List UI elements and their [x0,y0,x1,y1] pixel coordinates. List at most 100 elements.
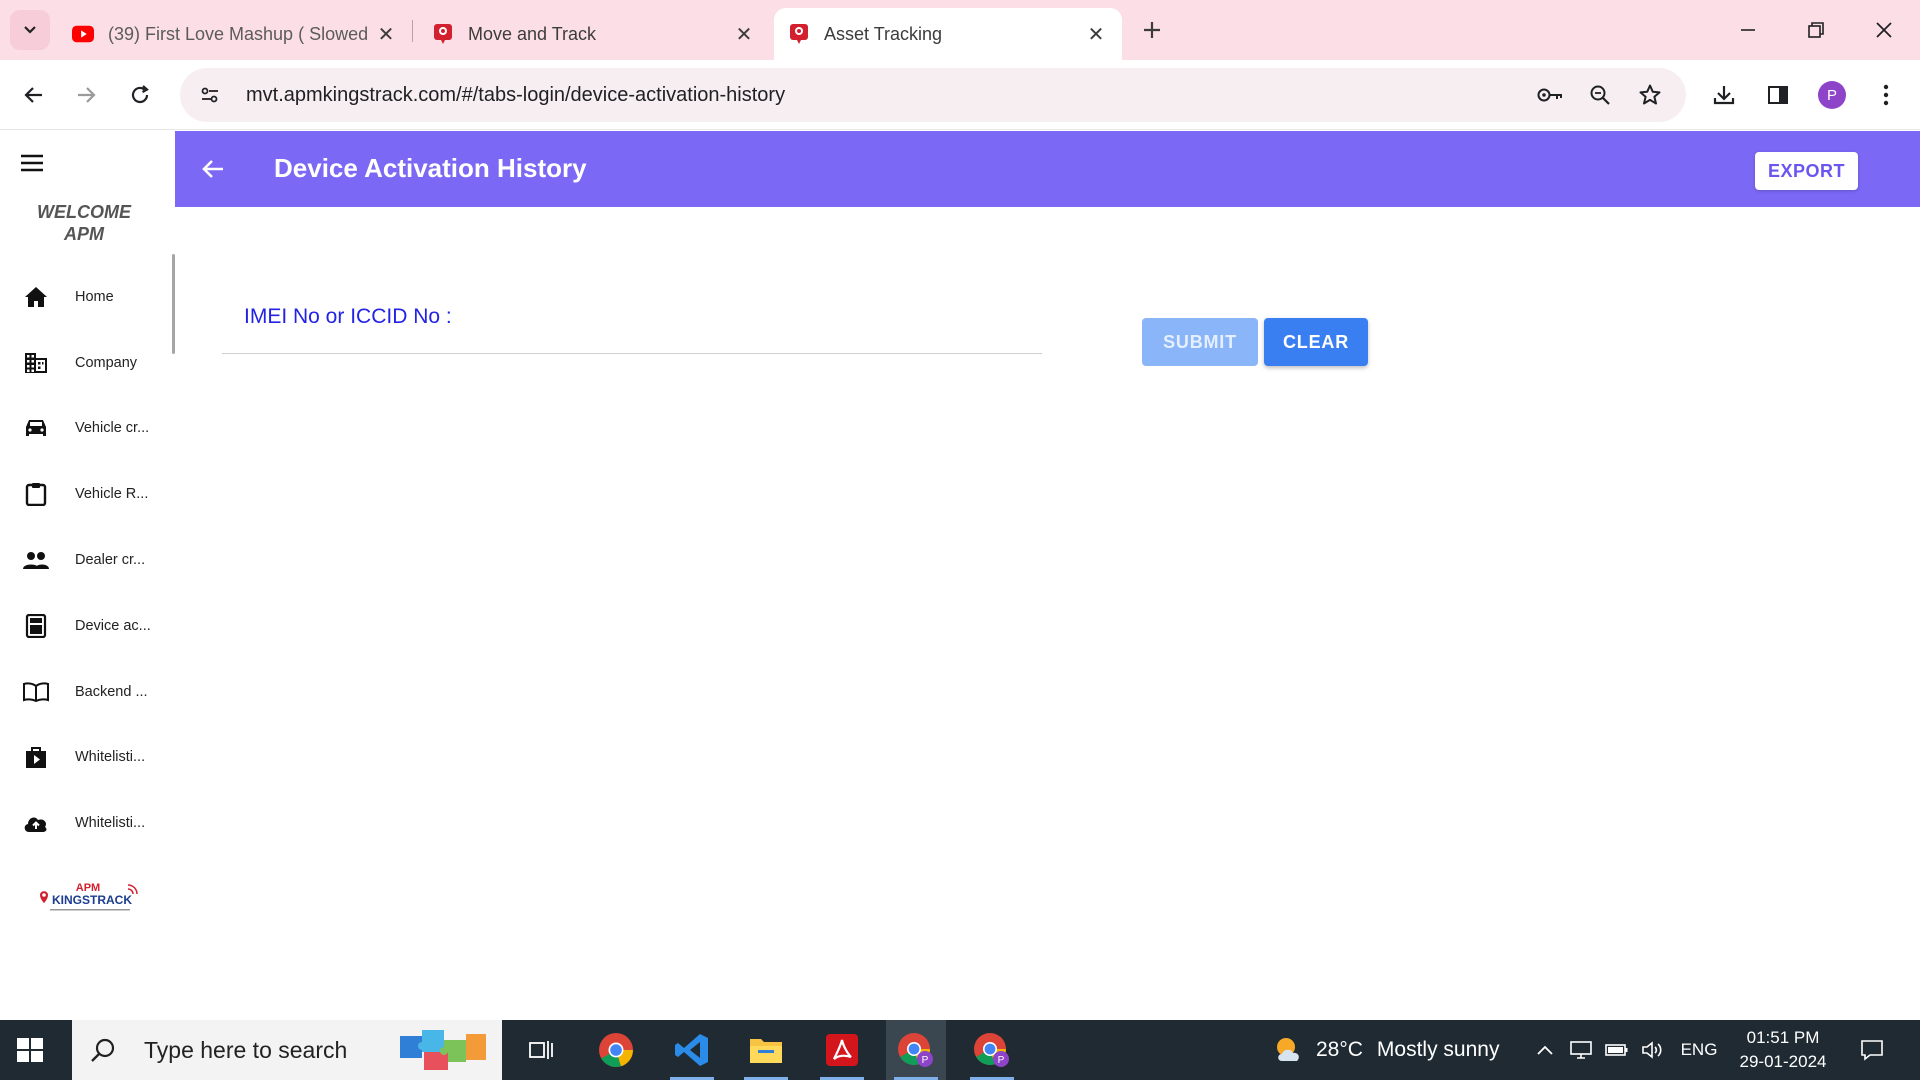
calculator-icon [22,612,50,640]
minimize-icon [1741,29,1755,31]
taskbar-clock[interactable]: 01:51 PM 29-01-2024 [1728,1026,1838,1074]
volume-button[interactable] [1638,1020,1668,1080]
app-content: WELCOME APM Home Company Vehicle cr... V… [0,131,1920,1020]
task-view-button[interactable] [510,1020,570,1080]
sidebar-item-dealer-creation[interactable]: Dealer cr... [0,530,168,590]
clear-button[interactable]: CLEAR [1264,318,1368,366]
site-settings-icon[interactable] [186,68,234,122]
welcome-user: APM [64,224,104,244]
notification-icon [1861,1040,1883,1061]
taskbar-search-box[interactable]: Type here to search [72,1020,502,1080]
welcome-line: WELCOME [37,202,131,222]
start-button[interactable] [14,1034,46,1066]
sidebar-item-whitelisting-1[interactable]: Whitelisti... [0,727,168,787]
restore-icon [1808,22,1824,38]
arrow-right-icon [78,87,96,103]
network-icon [1570,1041,1592,1059]
show-hidden-icons-button[interactable] [1530,1020,1560,1080]
sidebar-scrollbar[interactable] [172,254,175,354]
menu-toggle-button[interactable] [16,147,48,179]
sidebar: WELCOME APM Home Company Vehicle cr... V… [0,131,175,1020]
forward-button[interactable] [66,75,106,115]
windows-logo-icon [17,1038,43,1062]
page-title: Device Activation History [274,153,587,183]
tab-asset-tracking[interactable]: Asset Tracking ✕ [774,8,1122,60]
close-icon [1876,22,1892,38]
taskbar-acrobat[interactable] [812,1020,872,1080]
browser-tab-strip: (39) First Love Mashup ( Slowed ✕ Move a… [0,0,1920,60]
more-vertical-icon [1883,84,1889,106]
key-icon[interactable] [1532,77,1568,113]
bookmark-star-icon[interactable] [1632,77,1668,113]
building-icon [22,349,50,377]
kingstrack-logo: APM KINGSTRACK [36,879,140,923]
sidebar-item-vehicle-creation[interactable]: Vehicle cr... [0,398,168,458]
sidebar-item-whitelisting-2[interactable]: Whitelisti... [0,793,168,853]
shopping-bag-icon [22,743,50,771]
browser-toolbar: mvt.apmkingstrack.com/#/tabs-login/devic… [0,60,1920,130]
weather-desc: Mostly sunny [1376,1038,1500,1061]
taskbar-chrome-profile[interactable]: P [962,1020,1022,1080]
close-window-button[interactable] [1864,12,1904,48]
sidebar-item-vehicle-r[interactable]: Vehicle R... [0,464,168,524]
submit-button[interactable]: SUBMIT [1142,318,1258,366]
back-button[interactable] [14,75,54,115]
location-pin-icon [788,23,810,45]
download-icon [1713,86,1735,105]
close-tab-icon[interactable]: ✕ [374,22,398,46]
chevron-up-icon [1537,1045,1553,1055]
sidebar-item-label: Whitelisti... [75,815,146,831]
sidebar-item-company[interactable]: Company [0,333,168,393]
side-panel-button[interactable] [1758,75,1798,115]
clock-time: 01:51 PM [1746,1028,1820,1047]
close-tab-icon[interactable]: ✕ [732,22,756,46]
tab-youtube[interactable]: (39) First Love Mashup ( Slowed ✕ [58,8,412,60]
sidebar-item-backend[interactable]: Backend ... [0,662,168,722]
sidebar-item-label: Home [75,289,114,305]
weather-widget[interactable]: 28°C Mostly sunny [1272,1020,1499,1080]
minimize-button[interactable] [1728,12,1768,48]
arrow-left-icon [202,160,223,178]
back-nav-button[interactable] [195,151,231,187]
battery-icon [1605,1044,1628,1056]
tab-title: Move and Track [468,23,597,44]
network-button[interactable] [1566,1020,1596,1080]
tab-title: Asset Tracking [824,23,943,44]
taskbar-vscode[interactable] [662,1020,722,1080]
new-tab-button[interactable] [1136,14,1168,46]
language-indicator[interactable]: ENG [1676,1020,1722,1080]
notification-center-button[interactable] [1852,1020,1892,1080]
imei-iccid-label: IMEI No or ICCID No : [244,305,452,328]
partly-sunny-icon [1277,1038,1299,1061]
taskbar-chrome-profile-active[interactable]: P [886,1020,946,1080]
downloads-button[interactable] [1704,75,1744,115]
taskbar-file-explorer[interactable] [736,1020,796,1080]
battery-button[interactable] [1602,1020,1632,1080]
sidebar-item-device-activation[interactable]: Device ac... [0,596,168,656]
profile-button[interactable]: P [1812,75,1852,115]
svg-text:KINGSTRACK: KINGSTRACK [52,893,132,907]
close-tab-icon[interactable]: ✕ [1084,22,1108,46]
export-button[interactable]: EXPORT [1755,152,1858,190]
reload-button[interactable] [120,75,160,115]
search-placeholder: Type here to search [144,1036,348,1063]
sidebar-item-label: Vehicle R... [75,486,149,502]
sidebar-item-home[interactable]: Home [0,267,168,327]
taskbar-chrome[interactable] [586,1020,646,1080]
browser-menu-button[interactable] [1866,75,1906,115]
welcome-text: WELCOME APM [0,201,168,245]
sidebar-item-label: Company [75,355,138,371]
plus-icon [1144,22,1160,38]
zoom-icon[interactable] [1582,77,1618,113]
task-view-icon [529,1041,553,1059]
url-text: mvt.apmkingstrack.com/#/tabs-login/devic… [246,83,786,106]
side-panel-icon [1768,86,1788,104]
hamburger-icon [21,154,43,172]
imei-iccid-field[interactable]: IMEI No or ICCID No : [222,281,1042,354]
tab-search-button[interactable] [10,10,50,50]
search-icon [88,1035,118,1065]
tab-move-and-track[interactable]: Move and Track ✕ [418,8,770,60]
chrome-icon [599,1033,634,1068]
address-bar[interactable]: mvt.apmkingstrack.com/#/tabs-login/devic… [180,68,1686,122]
restore-button[interactable] [1796,12,1836,48]
